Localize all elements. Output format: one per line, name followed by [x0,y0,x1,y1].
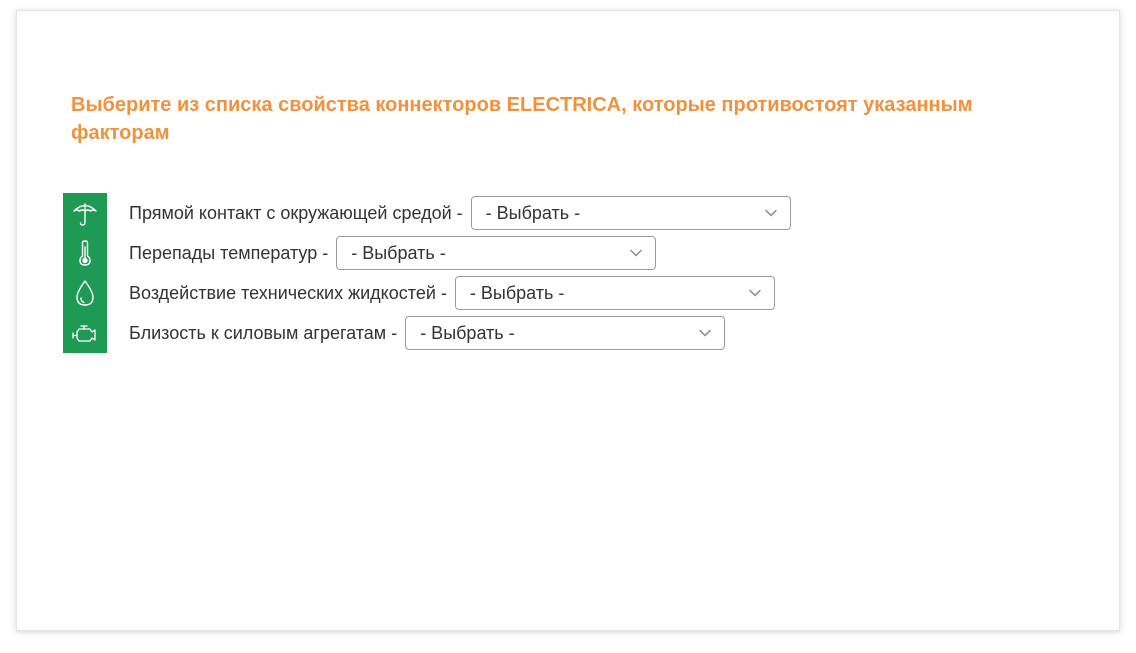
factor-select-power-units[interactable]: - Выбрать - [405,316,726,350]
factor-label: Воздействие технических жидкостей - [129,282,447,303]
drop-icon [63,273,107,313]
factor-select-environment[interactable]: - Выбрать - [470,196,791,230]
factor-row-power-units: Близость к силовым агрегатам - - Выбрать… [63,313,726,353]
question-card: Выберите из списка свойства коннекторов … [16,10,1120,631]
thermometer-icon [63,233,107,273]
select-value: - Выбрать - [420,322,515,343]
question-heading: Выберите из списка свойства коннекторов … [71,94,973,144]
chevron-down-icon [699,329,711,337]
factor-label: Прямой контакт с окружающей средой - [129,202,463,223]
select-value: - Выбрать - [469,282,565,303]
factor-select-temperature[interactable]: - Выбрать - [336,236,657,270]
factor-row-environment: Прямой контакт с окружающей средой - - В… [63,193,791,233]
factor-select-fluids[interactable]: - Выбрать - [454,276,775,310]
chevron-down-icon [764,209,777,217]
select-value: - Выбрать - [485,202,581,223]
factor-row-temperature: Перепады температур - - Выбрать - [63,233,657,273]
select-value: - Выбрать - [351,242,446,263]
factor-label: Перепады температур - [129,242,329,263]
factor-row-fluids: Воздействие технических жидкостей - - Вы… [63,273,775,313]
engine-icon [63,313,107,353]
chevron-down-icon [630,249,642,257]
factor-label: Близость к силовым агрегатам - [129,322,398,343]
umbrella-icon [63,193,107,233]
chevron-down-icon [749,289,761,297]
